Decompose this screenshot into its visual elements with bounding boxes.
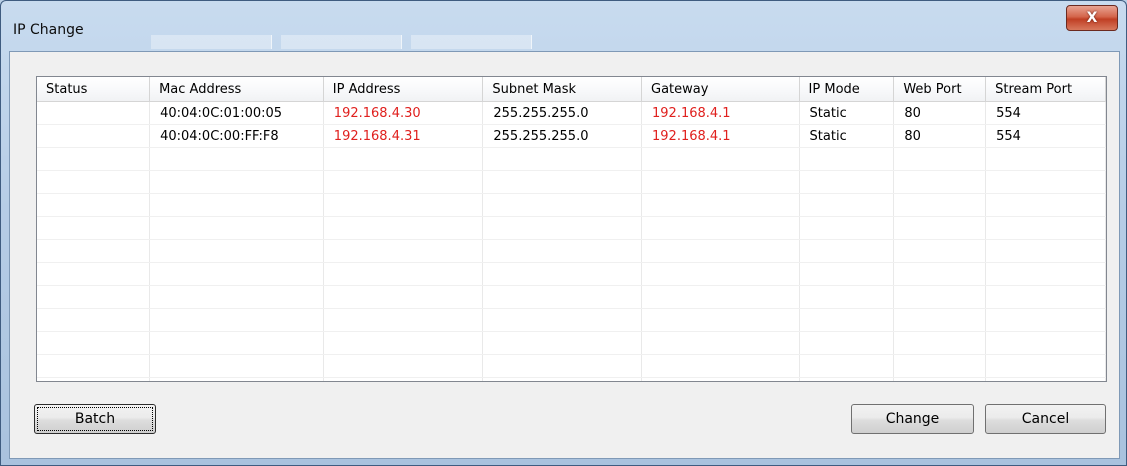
title-bar[interactable]: IP Change X [1, 1, 1126, 51]
close-icon: X [1086, 10, 1098, 26]
cell-status [37, 101, 151, 125]
column-header-ip-address[interactable]: IP Address [323, 77, 484, 102]
table-row[interactable]: 40:04:0C:00:FF:F8 192.168.4.31 255.255.2… [37, 124, 1106, 148]
empty-row [37, 331, 1106, 355]
device-table: Status Mac Address IP Address Subnet Mas… [37, 77, 1106, 381]
batch-button[interactable]: Batch [34, 404, 156, 434]
cell-subnet-mask: 255.255.255.0 [482, 101, 643, 125]
cell-ip-mode: Static [799, 124, 895, 148]
background-tab-1 [151, 35, 272, 49]
table-row[interactable]: 40:04:0C:01:00:05 192.168.4.30 255.255.2… [37, 101, 1106, 125]
empty-row [37, 285, 1106, 309]
cell-mac-address: 40:04:0C:00:FF:F8 [149, 124, 324, 148]
dialog-client-area: Status Mac Address IP Address Subnet Mas… [9, 51, 1120, 459]
column-header-mac-address[interactable]: Mac Address [149, 77, 324, 102]
empty-row [37, 193, 1106, 217]
ip-change-dialog: IP Change X Status Mac Address IP Addres… [0, 0, 1127, 466]
cell-ip-mode: Static [799, 101, 895, 125]
device-list[interactable]: Status Mac Address IP Address Subnet Mas… [36, 76, 1107, 382]
change-button[interactable]: Change [851, 404, 974, 434]
column-header-ip-mode[interactable]: IP Mode [799, 77, 895, 102]
cell-mac-address: 40:04:0C:01:00:05 [149, 101, 324, 125]
cell-subnet-mask: 255.255.255.0 [482, 124, 643, 148]
cell-stream-port: 554 [985, 101, 1106, 125]
empty-row [37, 308, 1106, 332]
cell-web-port: 80 [893, 101, 987, 125]
background-tab-3 [411, 35, 532, 49]
cell-web-port: 80 [893, 124, 987, 148]
cell-status [37, 124, 151, 148]
cell-gateway: 192.168.4.1 [641, 124, 800, 148]
empty-row [37, 170, 1106, 194]
empty-row [37, 216, 1106, 240]
cell-ip-address: 192.168.4.31 [323, 124, 484, 148]
table-header-row: Status Mac Address IP Address Subnet Mas… [37, 77, 1106, 102]
empty-row [37, 239, 1106, 263]
cell-gateway: 192.168.4.1 [641, 101, 800, 125]
empty-row [37, 377, 1106, 381]
empty-row [37, 262, 1106, 286]
column-header-stream-port[interactable]: Stream Port [985, 77, 1106, 102]
column-header-subnet-mask[interactable]: Subnet Mask [482, 77, 643, 102]
window-title: IP Change [13, 22, 84, 38]
close-button[interactable]: X [1066, 5, 1118, 31]
empty-row [37, 354, 1106, 378]
empty-row [37, 147, 1106, 171]
cancel-button[interactable]: Cancel [985, 404, 1106, 434]
cell-ip-address: 192.168.4.30 [323, 101, 484, 125]
background-tab-2 [281, 35, 402, 49]
column-header-gateway[interactable]: Gateway [641, 77, 800, 102]
cell-stream-port: 554 [985, 124, 1106, 148]
column-header-web-port[interactable]: Web Port [893, 77, 987, 102]
column-header-status[interactable]: Status [37, 77, 151, 102]
